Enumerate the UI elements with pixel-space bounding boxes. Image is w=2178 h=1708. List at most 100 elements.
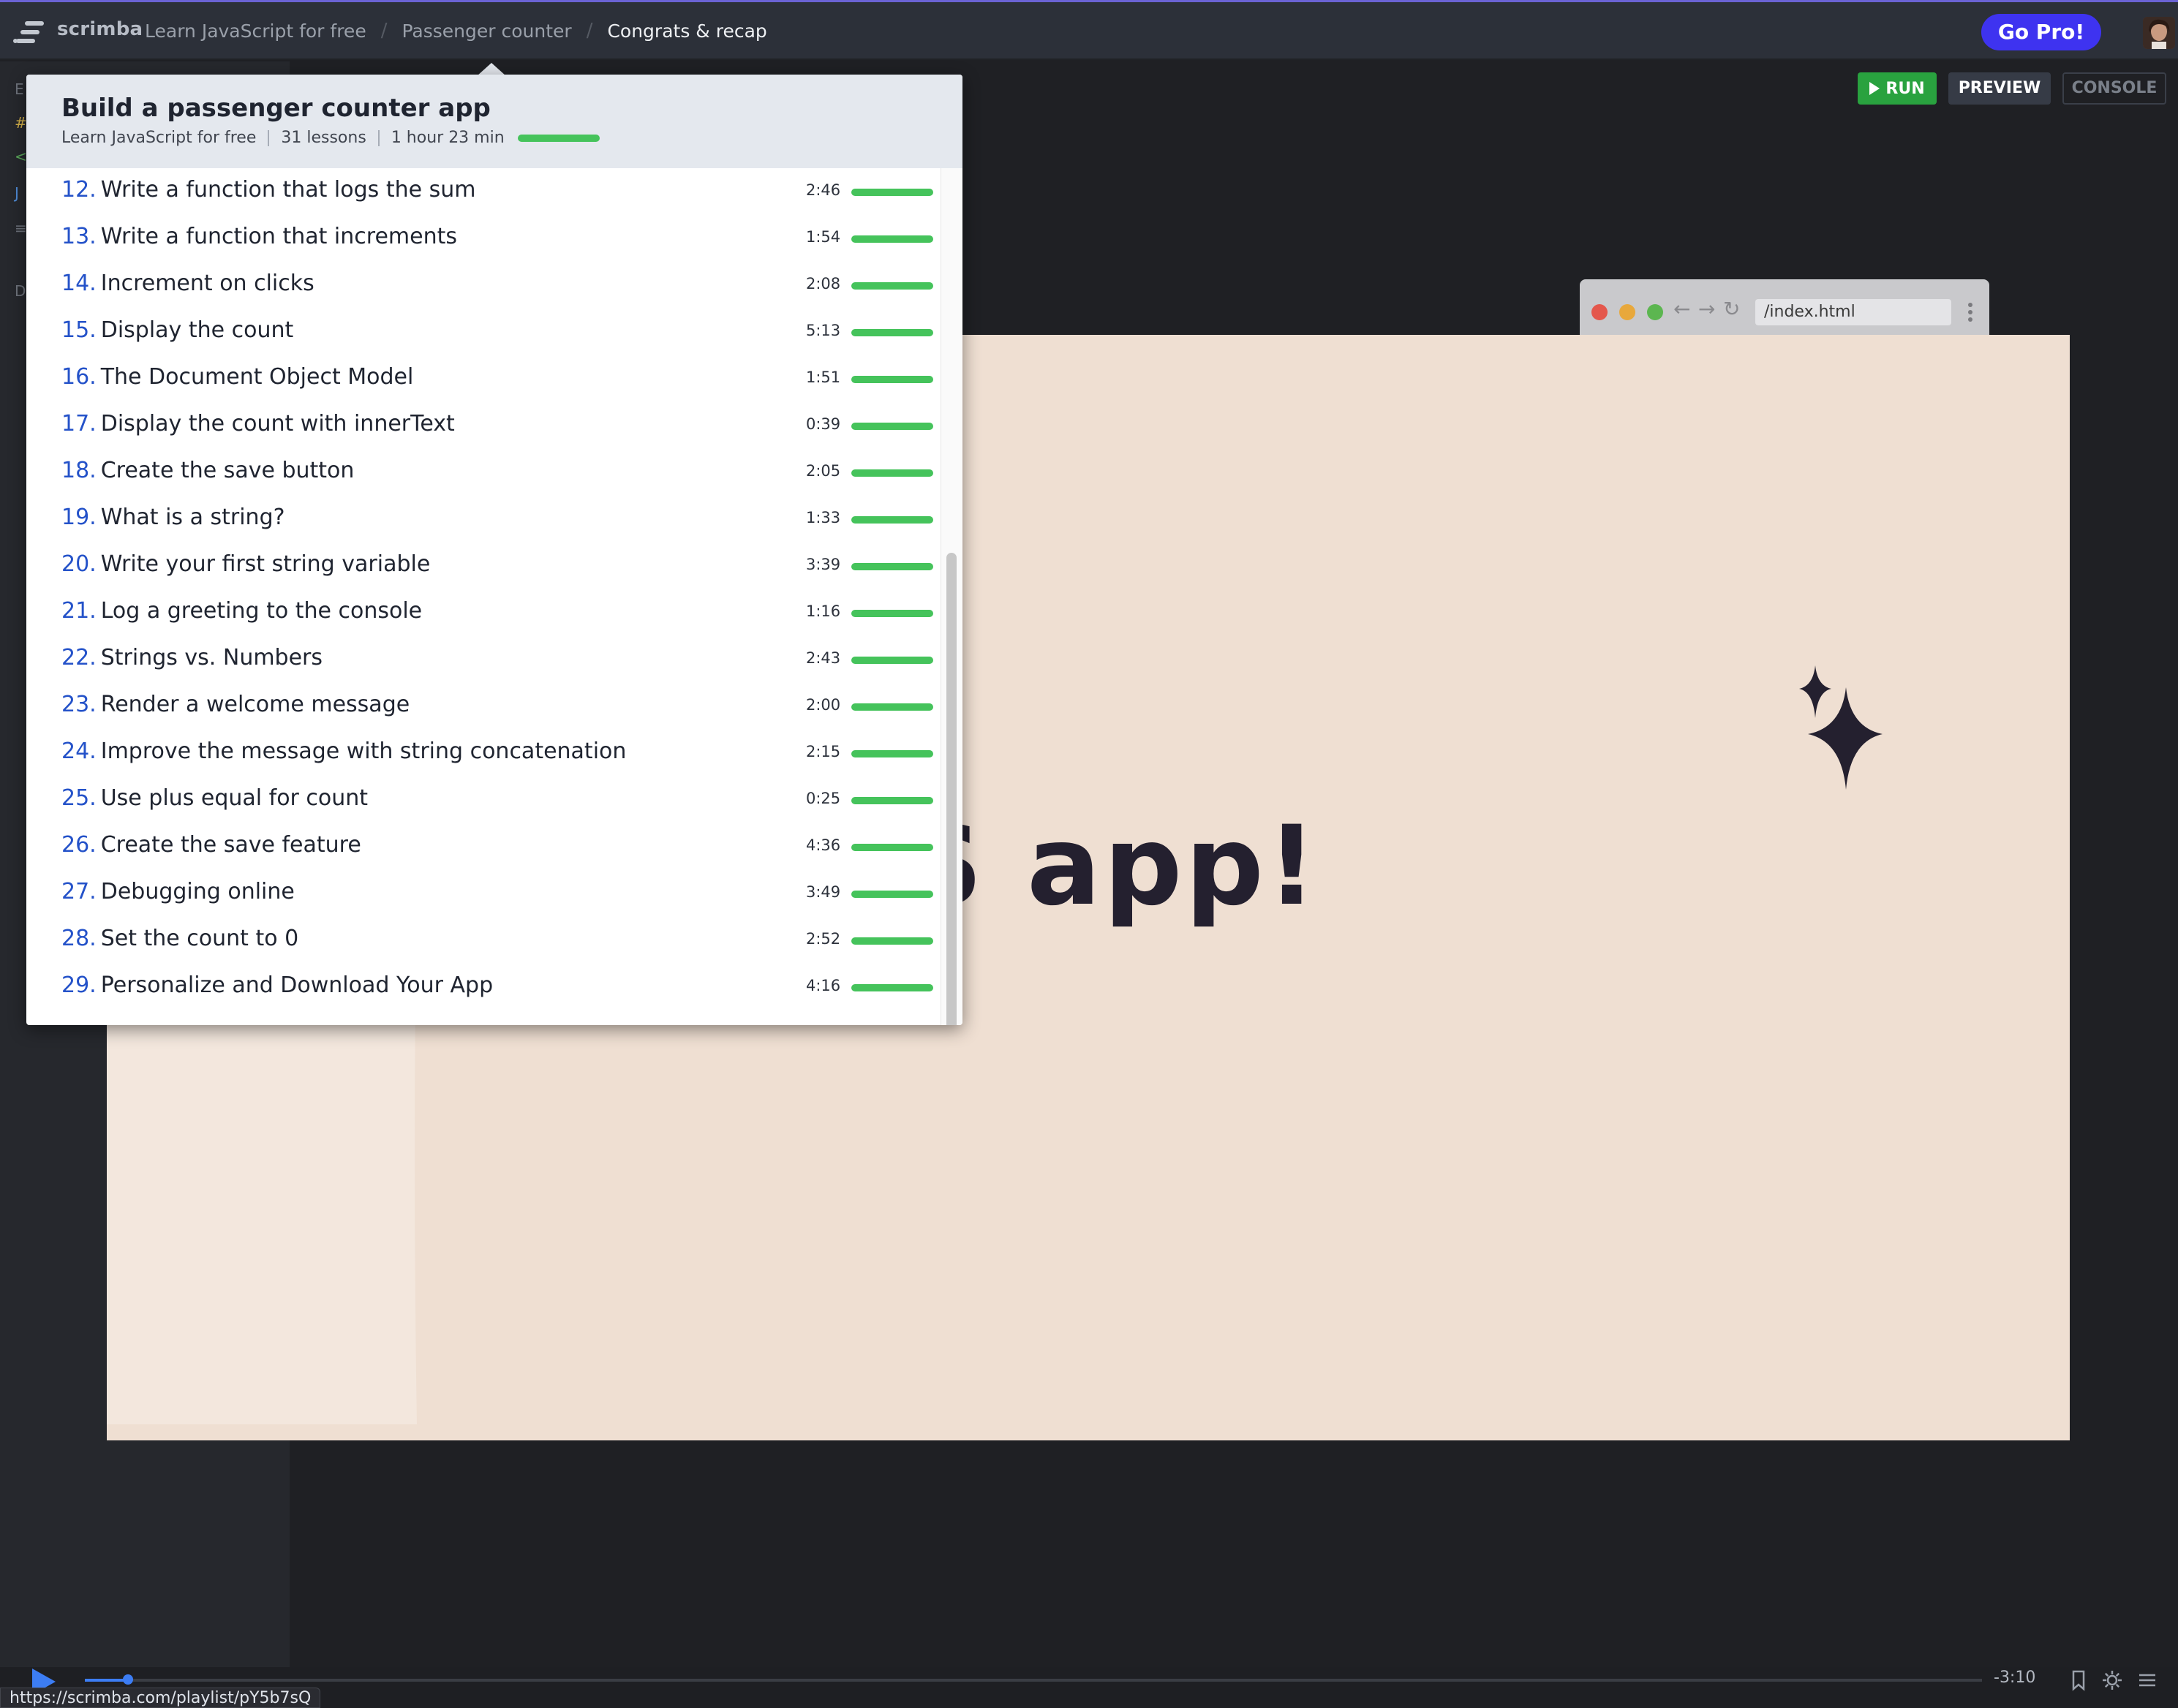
top-bar: scrimba Learn JavaScript for free / Pass…	[0, 0, 2178, 60]
lesson-duration: 1:54	[806, 228, 841, 246]
lesson-item[interactable]: 18. Create the save button 2:05	[61, 458, 933, 505]
sidebar-fragment: ≡	[15, 219, 27, 237]
run-button[interactable]: RUN	[1858, 72, 1937, 105]
lesson-duration: 5:13	[806, 322, 841, 339]
playlist-duration: 1 hour 23 min	[391, 129, 505, 147]
lesson-item[interactable]: 14. Increment on clicks 2:08	[61, 271, 933, 317]
lesson-number: 22.	[61, 645, 97, 670]
lesson-item[interactable]: 26. Create the save feature 4:36	[61, 832, 933, 879]
breadcrumb-separator: /	[586, 20, 593, 42]
timeline-track[interactable]	[85, 1679, 1982, 1682]
lesson-duration: 3:49	[806, 883, 841, 901]
sidebar-fragment: <	[15, 148, 27, 165]
lesson-duration: 1:51	[806, 369, 841, 386]
lesson-progress-bar	[851, 235, 933, 243]
lesson-item[interactable]: 16. The Document Object Model 1:51	[61, 364, 933, 411]
sidebar-fragment: D	[15, 282, 26, 300]
run-label: RUN	[1885, 79, 1925, 98]
maximize-dot-icon[interactable]	[1647, 304, 1663, 320]
preview-browser-bar: ← → ↻ /index.html	[1580, 279, 1989, 335]
lesson-item[interactable]: 12. Write a function that logs the sum 2:4…	[61, 177, 933, 224]
back-arrow-icon[interactable]: ←	[1673, 297, 1690, 321]
lesson-item[interactable]: 23. Render a welcome message 2:00	[61, 692, 933, 738]
meta-separator	[268, 129, 270, 146]
preview-button[interactable]: PREVIEW	[1948, 72, 2051, 105]
lesson-item[interactable]: 28. Set the count to 0 2:52	[61, 926, 933, 972]
lesson-item[interactable]: 19. What is a string? 1:33	[61, 505, 933, 551]
forward-arrow-icon[interactable]: →	[1698, 297, 1715, 321]
lesson-progress-bar	[851, 516, 933, 524]
lesson-progress-bar	[851, 376, 933, 383]
close-dot-icon[interactable]	[1591, 304, 1608, 320]
bookmark-icon[interactable]	[2067, 1669, 2090, 1692]
lesson-progress-bar	[851, 282, 933, 290]
lesson-number: 16.	[61, 364, 97, 390]
status-bar-url: https://scrimba.com/playlist/pY5b7sQ	[0, 1688, 321, 1708]
lesson-title: Use plus equal for count	[100, 785, 369, 811]
playlist-meta: Learn JavaScript for free 31 lessons 1 h…	[61, 129, 600, 147]
settings-gear-icon[interactable]	[2100, 1669, 2124, 1692]
lesson-item[interactable]: 27. Debugging online 3:49	[61, 879, 933, 926]
reload-icon[interactable]: ↻	[1723, 297, 1740, 321]
playlist-dropdown: Build a passenger counter app Learn Java…	[26, 75, 962, 1025]
lesson-list: 12. Write a function that logs the sum 2:4…	[26, 168, 941, 1025]
lesson-duration: 2:43	[806, 649, 841, 667]
breadcrumb: Learn JavaScript for free / Passenger co…	[145, 20, 767, 42]
lesson-item[interactable]: 15. Display the count 5:13	[61, 317, 933, 364]
lesson-progress-bar	[851, 797, 933, 804]
lesson-title: Debugging online	[100, 879, 295, 904]
lesson-item[interactable]: 24. Improve the message with string conca…	[61, 738, 933, 785]
lesson-item[interactable]: 25. Use plus equal for count 0:25	[61, 785, 933, 832]
avatar[interactable]	[2143, 17, 2175, 49]
lesson-item[interactable]: 21. Log a greeting to the console 1:16	[61, 598, 933, 645]
lesson-number: 13.	[61, 224, 97, 249]
lesson-title: Render a welcome message	[100, 692, 410, 717]
lesson-number: 12.	[61, 177, 97, 203]
timeline-scrubber[interactable]	[123, 1674, 133, 1685]
scrollbar-thumb[interactable]	[946, 553, 957, 1025]
lesson-duration: 2:08	[806, 275, 841, 292]
go-pro-button[interactable]: Go Pro!	[1981, 14, 2101, 50]
meta-separator	[377, 129, 380, 146]
lesson-progress-bar	[851, 844, 933, 851]
play-icon	[1869, 82, 1880, 95]
address-bar[interactable]: /index.html	[1755, 299, 1951, 325]
lesson-number: 27.	[61, 879, 97, 904]
lesson-progress-bar	[851, 189, 933, 196]
scrimba-logo-icon[interactable]	[13, 20, 45, 45]
playlist-header: Build a passenger counter app Learn Java…	[26, 75, 962, 168]
lesson-title: Log a greeting to the console	[100, 598, 423, 624]
lesson-progress-bar	[851, 891, 933, 898]
lesson-progress-bar	[851, 329, 933, 336]
lesson-item[interactable]: 29. Personalize and Download Your App 4:16	[61, 972, 933, 1019]
sparkle-icon	[1799, 665, 1883, 790]
lesson-item[interactable]: 20. Write your first string variable 3:39	[61, 551, 933, 598]
lesson-item[interactable]: 22. Strings vs. Numbers 2:43	[61, 645, 933, 692]
lesson-duration: 4:36	[806, 836, 841, 854]
timeline-progress	[85, 1679, 129, 1682]
lesson-duration: 0:39	[806, 415, 841, 433]
lesson-title: What is a string?	[100, 505, 285, 530]
lesson-item[interactable]: 13. Write a function that increments 1:54	[61, 224, 933, 271]
lesson-duration: 2:52	[806, 930, 841, 948]
brand-name[interactable]: scrimba	[57, 18, 143, 40]
lesson-title: Personalize and Download Your App	[100, 972, 494, 998]
minimize-dot-icon[interactable]	[1619, 304, 1635, 320]
lesson-item[interactable]: 17. Display the count with innerText 0:39	[61, 411, 933, 458]
lesson-duration: 1:16	[806, 602, 841, 620]
lesson-number: 29.	[61, 972, 97, 998]
lesson-number: 20.	[61, 551, 97, 577]
player-bar	[0, 1667, 2178, 1708]
lesson-progress-bar	[851, 750, 933, 757]
breadcrumb-lesson[interactable]: Congrats & recap	[607, 20, 766, 42]
lesson-title: Write a function that logs the sum	[100, 177, 476, 203]
sidebar-fragment: #	[15, 114, 27, 132]
playlist-lesson-count: 31 lessons	[281, 129, 366, 147]
lesson-number: 24.	[61, 738, 97, 764]
breadcrumb-module[interactable]: Passenger counter	[402, 20, 571, 42]
breadcrumb-course[interactable]: Learn JavaScript for free	[145, 20, 366, 42]
more-options-icon[interactable]	[1967, 301, 1973, 323]
playlist-course: Learn JavaScript for free	[61, 129, 257, 147]
console-button[interactable]: CONSOLE	[2062, 72, 2166, 105]
menu-icon[interactable]	[2136, 1669, 2159, 1692]
